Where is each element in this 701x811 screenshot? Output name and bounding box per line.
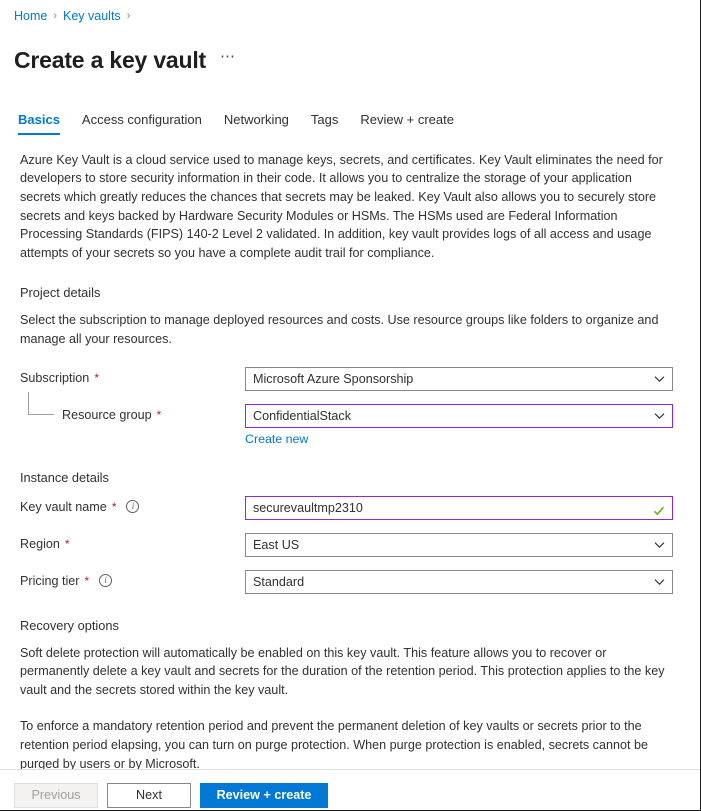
chevron-down-icon xyxy=(654,539,665,550)
form-content: Azure Key Vault is a cloud service used … xyxy=(0,135,700,769)
info-icon[interactable]: i xyxy=(126,500,139,513)
tab-networking[interactable]: Networking xyxy=(224,112,289,135)
intro-paragraph: Azure Key Vault is a cloud service used … xyxy=(20,151,675,263)
project-details-description: Select the subscription to manage deploy… xyxy=(20,311,670,348)
chevron-down-icon xyxy=(654,373,665,384)
breadcrumb-separator-icon: › xyxy=(53,8,57,24)
region-label: Region xyxy=(20,533,60,555)
tab-access-configuration[interactable]: Access configuration xyxy=(82,112,202,135)
resource-group-label-group: Resource group * xyxy=(20,404,245,426)
tab-bar: Basics Access configuration Networking T… xyxy=(0,91,700,135)
recovery-options-heading: Recovery options xyxy=(20,617,686,634)
recovery-options-paragraph-1: Soft delete protection will automaticall… xyxy=(20,644,670,700)
field-row-region: Region * East US xyxy=(20,533,686,557)
info-icon[interactable]: i xyxy=(99,574,112,587)
field-row-key-vault-name: Key vault name * i securevaultmp2310 xyxy=(20,496,686,520)
subscription-value: Microsoft Azure Sponsorship xyxy=(253,368,413,390)
tab-review-create[interactable]: Review + create xyxy=(360,112,454,135)
recovery-options-paragraph-2: To enforce a mandatory retention period … xyxy=(20,717,670,769)
key-vault-name-label: Key vault name xyxy=(20,496,107,518)
valid-check-icon xyxy=(653,502,665,514)
wizard-footer: Previous Next Review + create xyxy=(0,769,700,810)
resource-group-label: Resource group xyxy=(62,404,152,426)
required-asterisk: * xyxy=(94,367,99,389)
key-vault-name-field-col: securevaultmp2310 xyxy=(245,496,673,520)
key-vault-name-value: securevaultmp2310 xyxy=(253,497,363,519)
region-field-col: East US xyxy=(245,533,673,557)
required-asterisk: * xyxy=(112,496,117,518)
key-vault-name-label-group: Key vault name * i xyxy=(20,496,245,518)
resource-group-field-col: ConfidentialStack Create new xyxy=(245,404,673,446)
pricing-tier-field-col: Standard xyxy=(245,570,673,594)
instance-details-heading: Instance details xyxy=(20,469,686,486)
review-create-button[interactable]: Review + create xyxy=(200,783,328,808)
subscription-label: Subscription xyxy=(20,367,89,389)
resource-group-value: ConfidentialStack xyxy=(253,405,351,427)
pricing-tier-label: Pricing tier xyxy=(20,570,80,592)
subscription-dropdown[interactable]: Microsoft Azure Sponsorship xyxy=(245,367,673,391)
breadcrumb-item-key-vaults[interactable]: Key vaults xyxy=(63,8,121,24)
required-asterisk: * xyxy=(65,533,70,555)
chevron-down-icon xyxy=(654,410,665,421)
field-row-subscription: Subscription * Microsoft Azure Sponsorsh… xyxy=(20,367,686,391)
create-new-resource-group-link[interactable]: Create new xyxy=(245,432,308,446)
region-label-group: Region * xyxy=(20,533,245,555)
next-button[interactable]: Next xyxy=(107,783,191,808)
required-asterisk: * xyxy=(85,570,90,592)
breadcrumb-item-home[interactable]: Home xyxy=(14,8,47,24)
subscription-field-col: Microsoft Azure Sponsorship xyxy=(245,367,673,391)
breadcrumb: Home › Key vaults › xyxy=(0,0,700,24)
hierarchy-connector-line xyxy=(28,392,54,415)
previous-button[interactable]: Previous xyxy=(14,783,98,808)
pricing-tier-dropdown[interactable]: Standard xyxy=(245,570,673,594)
chevron-down-icon xyxy=(654,576,665,587)
region-dropdown[interactable]: East US xyxy=(245,533,673,557)
pricing-tier-label-group: Pricing tier * i xyxy=(20,570,245,592)
tab-tags[interactable]: Tags xyxy=(311,112,338,135)
breadcrumb-separator-icon: › xyxy=(127,8,131,24)
field-row-resource-group: Resource group * ConfidentialStack Creat… xyxy=(20,404,686,446)
tab-basics[interactable]: Basics xyxy=(18,112,60,135)
project-details-heading: Project details xyxy=(20,284,686,301)
region-value: East US xyxy=(253,534,299,556)
pricing-tier-value: Standard xyxy=(253,571,304,593)
required-asterisk: * xyxy=(157,404,162,426)
page-title: Create a key vault xyxy=(14,45,206,75)
key-vault-name-input[interactable]: securevaultmp2310 xyxy=(245,496,673,520)
more-options-icon[interactable]: ⋯ xyxy=(220,51,237,69)
title-row: Create a key vault ⋯ xyxy=(0,24,700,91)
resource-group-dropdown[interactable]: ConfidentialStack xyxy=(245,404,673,428)
field-row-pricing-tier: Pricing tier * i Standard xyxy=(20,570,686,594)
subscription-label-group: Subscription * xyxy=(20,367,245,389)
create-key-vault-page: Home › Key vaults › Create a key vault ⋯… xyxy=(0,0,701,811)
